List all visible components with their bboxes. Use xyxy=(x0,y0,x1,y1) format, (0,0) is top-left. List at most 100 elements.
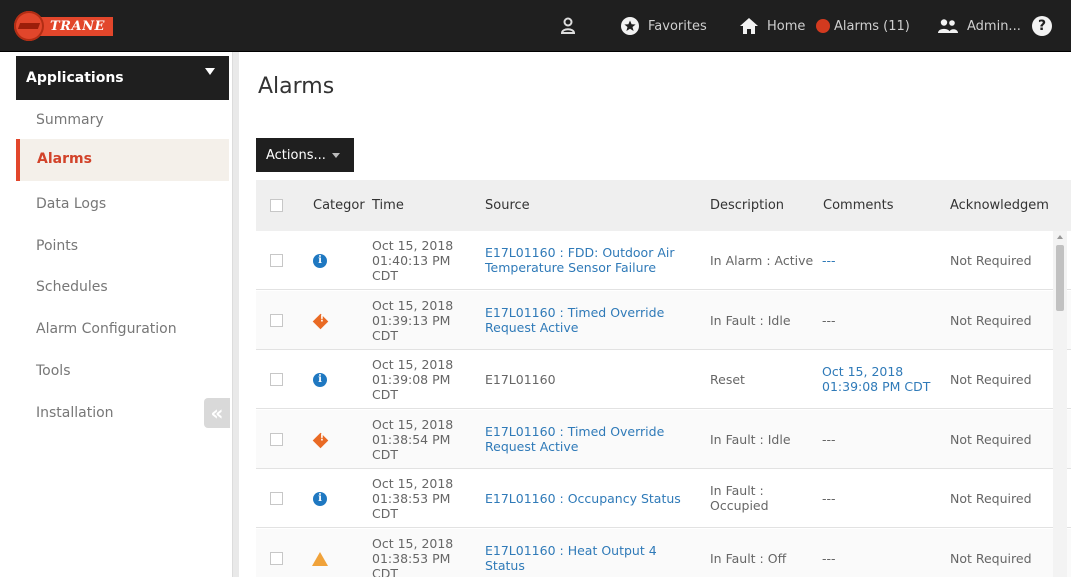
sidebar-item-alarms[interactable]: Alarms xyxy=(16,139,229,181)
time-cell: Oct 15, 2018 01:38:53 PM CDT xyxy=(372,476,453,521)
collapse-sidebar-icon[interactable]: « xyxy=(204,398,230,428)
source-cell-line: Status xyxy=(485,558,525,573)
row-checkbox[interactable] xyxy=(270,432,283,446)
acknowledgement-cell: Not Required xyxy=(950,253,1032,268)
info-category-icon: i xyxy=(313,492,327,507)
caret-down-icon xyxy=(331,152,340,158)
source-cell[interactable]: E17L01160 : Heat Output 4 Status xyxy=(485,543,657,573)
comments-cell[interactable]: Oct 15, 2018 01:39:08 PM CDT xyxy=(822,364,930,394)
row-checkbox[interactable] xyxy=(270,313,283,327)
star-icon xyxy=(621,17,639,35)
alarm-indicator-icon xyxy=(816,19,830,33)
user-button[interactable] xyxy=(560,0,576,52)
fault-category-icon xyxy=(312,313,329,329)
alarms-count-label: Alarms (11) xyxy=(834,18,910,34)
comments-cell-line: --- xyxy=(822,491,836,507)
description-cell-line: Reset xyxy=(710,372,745,388)
actions-label: Actions... xyxy=(266,147,326,163)
actions-button[interactable]: Actions... xyxy=(256,138,354,172)
comments-cell-line: Oct 15, 2018 xyxy=(822,364,904,380)
time-cell-line: 01:38:54 PM xyxy=(372,431,451,447)
source-cell-line: Request Active xyxy=(485,438,579,454)
column-description[interactable]: Description xyxy=(710,198,784,213)
home-icon xyxy=(740,18,758,34)
help-button[interactable]: ? xyxy=(1032,0,1052,52)
comments-cell-line: 01:39:08 PM CDT xyxy=(822,379,931,395)
column-source[interactable]: Source xyxy=(485,198,530,213)
admin-menu[interactable]: Admin... xyxy=(937,0,1021,52)
comments-cell[interactable]: --- xyxy=(822,253,836,268)
description-cell: In Fault : Idle xyxy=(710,313,791,328)
home-link[interactable]: Home xyxy=(739,0,805,52)
description-cell-line: In Fault : Idle xyxy=(710,431,791,447)
comments-cell: --- xyxy=(822,551,836,566)
table-row[interactable]: Oct 15, 201801:39:13 PMCDT E17L01160 : Ti… xyxy=(256,290,1071,350)
comments-cell-line: --- xyxy=(822,551,836,566)
select-all-checkbox[interactable] xyxy=(270,199,283,212)
table-row[interactable]: Oct 15, 2018 01:38:53 PM CDT E17L01160 : He… xyxy=(256,529,1071,577)
favorites-link[interactable]: Favorites xyxy=(620,0,707,52)
time-cell-line: CDT xyxy=(372,327,398,343)
time-cell-line: CDT xyxy=(372,268,398,283)
row-checkbox[interactable] xyxy=(270,552,283,565)
sidebar-item-points[interactable]: Points xyxy=(16,226,229,268)
source-cell[interactable]: E17L01160 : Occupancy Status xyxy=(485,491,681,506)
description-cell-line: In Alarm : Active xyxy=(710,253,814,268)
sidebar-item-schedules[interactable]: Schedules xyxy=(16,267,229,309)
acknowledgement-cell: Not Required xyxy=(950,431,1032,447)
source-cell[interactable]: E17L01160 : FDD: Outdoor Air Temperature … xyxy=(485,245,674,275)
alarms-table: Categor Time Source Description Comments… xyxy=(256,180,1071,577)
table-row[interactable]: i Oct 15, 2018 01:39:08 PM CDT E17L01160 Rese… xyxy=(256,350,1071,410)
applications-header[interactable]: Applications xyxy=(16,56,229,100)
scroll-thumb[interactable] xyxy=(1056,245,1064,311)
table-scrollbar[interactable] xyxy=(1053,231,1067,577)
admin-label: Admin... xyxy=(967,18,1021,34)
acknowledgement-cell: Not Required xyxy=(950,372,1032,388)
column-category[interactable]: Categor xyxy=(313,198,365,213)
description-cell: Reset xyxy=(710,372,745,387)
row-checkbox[interactable] xyxy=(270,373,283,387)
comments-cell: --- xyxy=(822,491,836,506)
source-cell[interactable]: E17L01160 : Timed Override Request Active xyxy=(485,305,664,335)
time-cell-line: 01:39:13 PM xyxy=(372,312,451,328)
fault-category-icon xyxy=(312,432,329,449)
column-acknowledgement[interactable]: Acknowledgem xyxy=(950,198,1049,213)
column-comments[interactable]: Comments xyxy=(823,198,893,213)
time-cell-line: CDT xyxy=(372,446,398,462)
time-cell: Oct 15, 2018 01:40:13 PM CDT xyxy=(372,238,453,283)
sidebar-item-installation[interactable]: Installation xyxy=(16,393,229,435)
caret-down-icon xyxy=(205,68,215,75)
time-cell: Oct 15, 2018 01:38:54 PM CDT xyxy=(372,417,453,462)
column-time[interactable]: Time xyxy=(372,198,404,213)
row-checkbox[interactable] xyxy=(270,254,283,267)
table-row[interactable]: i Oct 15, 2018 01:38:53 PM CDT E17L01160 : O… xyxy=(256,469,1071,529)
description-cell: In Alarm : Active xyxy=(710,253,813,268)
warning-category-icon xyxy=(312,552,328,566)
trane-logo[interactable]: TRANE xyxy=(14,11,134,41)
applications-label: Applications xyxy=(26,70,124,86)
time-cell-line: CDT xyxy=(372,566,398,577)
table-row[interactable]: Oct 15, 201801:38:54 PMCDT E17L01160 : Ti… xyxy=(256,409,1071,469)
time-cell: Oct 15, 2018 01:39:13 PM CDT xyxy=(372,298,453,343)
scroll-up-icon[interactable] xyxy=(1057,235,1063,239)
source-cell-line: E17L01160 : Timed Override xyxy=(485,304,665,320)
table-row[interactable]: i Oct 15, 2018 01:40:13 PM CDT E17L01160 : F… xyxy=(256,231,1071,290)
top-bar: TRANE Favorites Home Alarms (11) Admin..… xyxy=(0,0,1071,52)
description-cell-line: In Fault : xyxy=(710,483,764,499)
sidebar-item-data-logs[interactable]: Data Logs xyxy=(16,184,229,226)
sidebar-item-tools[interactable]: Tools xyxy=(16,351,229,393)
description-cell-line: Occupied xyxy=(710,498,769,514)
sidebar-item-alarm-configuration[interactable]: Alarm Configuration xyxy=(16,309,229,351)
time-cell-line: Oct 15, 2018 xyxy=(372,476,454,492)
source-cell-line: E17L01160 : Heat Output 4 xyxy=(485,543,657,558)
users-icon xyxy=(938,19,958,33)
alarms-link[interactable]: Alarms (11) xyxy=(816,0,910,52)
time-cell-line: Oct 15, 2018 xyxy=(372,416,454,432)
row-checkbox[interactable] xyxy=(270,492,283,506)
time-cell-line: CDT xyxy=(372,387,398,403)
source-cell[interactable]: E17L01160 : Timed Override Request Active xyxy=(485,424,664,454)
sidebar-divider xyxy=(233,52,239,577)
page-title: Alarms xyxy=(258,74,335,99)
sidebar-item-summary[interactable]: Summary xyxy=(16,100,229,142)
logo-text: TRANE xyxy=(40,16,113,36)
